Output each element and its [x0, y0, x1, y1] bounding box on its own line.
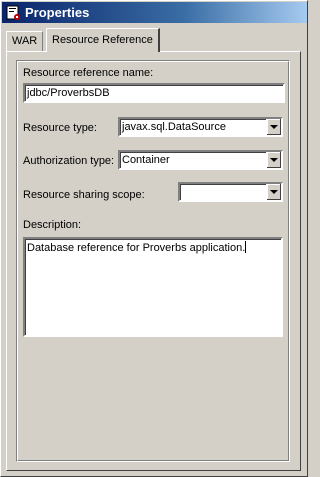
form-group: Resource reference name: jdbc/ProverbsDB… [16, 60, 290, 462]
resource-type-select[interactable]: javax.sql.DataSource [118, 117, 283, 137]
description-text: Database reference for Proverbs applicat… [27, 242, 246, 254]
tab-strip: WAR Resource Reference [6, 28, 304, 52]
tab-panel: Resource reference name: jdbc/ProverbsDB… [6, 51, 301, 471]
text-caret [245, 241, 247, 253]
description-textarea[interactable]: Database reference for Proverbs applicat… [23, 237, 283, 337]
resource-type-value: javax.sql.DataSource [122, 121, 226, 133]
auth-type-value: Container [122, 154, 170, 166]
properties-window: Properties WAR Resource Reference Resour… [0, 0, 308, 477]
chevron-down-icon[interactable] [266, 184, 281, 200]
auth-type-select[interactable]: Container [118, 150, 283, 170]
description-label: Description: [23, 219, 82, 231]
window-title: Properties [25, 5, 90, 20]
chevron-down-icon[interactable] [266, 119, 281, 135]
resource-type-label: Resource type: [23, 122, 97, 134]
auth-type-label: Authorization type: [23, 155, 115, 167]
resource-name-input[interactable]: jdbc/ProverbsDB [23, 83, 285, 103]
title-bar[interactable]: Properties [2, 2, 307, 23]
tab-war[interactable]: WAR [6, 31, 44, 51]
properties-app-icon [6, 5, 22, 21]
resource-name-label: Resource reference name: [23, 67, 154, 79]
chevron-down-icon[interactable] [266, 152, 281, 168]
sharing-scope-select[interactable] [178, 182, 283, 202]
sharing-scope-label: Resource sharing scope: [23, 189, 145, 201]
tab-resource-reference[interactable]: Resource Reference [46, 28, 160, 52]
